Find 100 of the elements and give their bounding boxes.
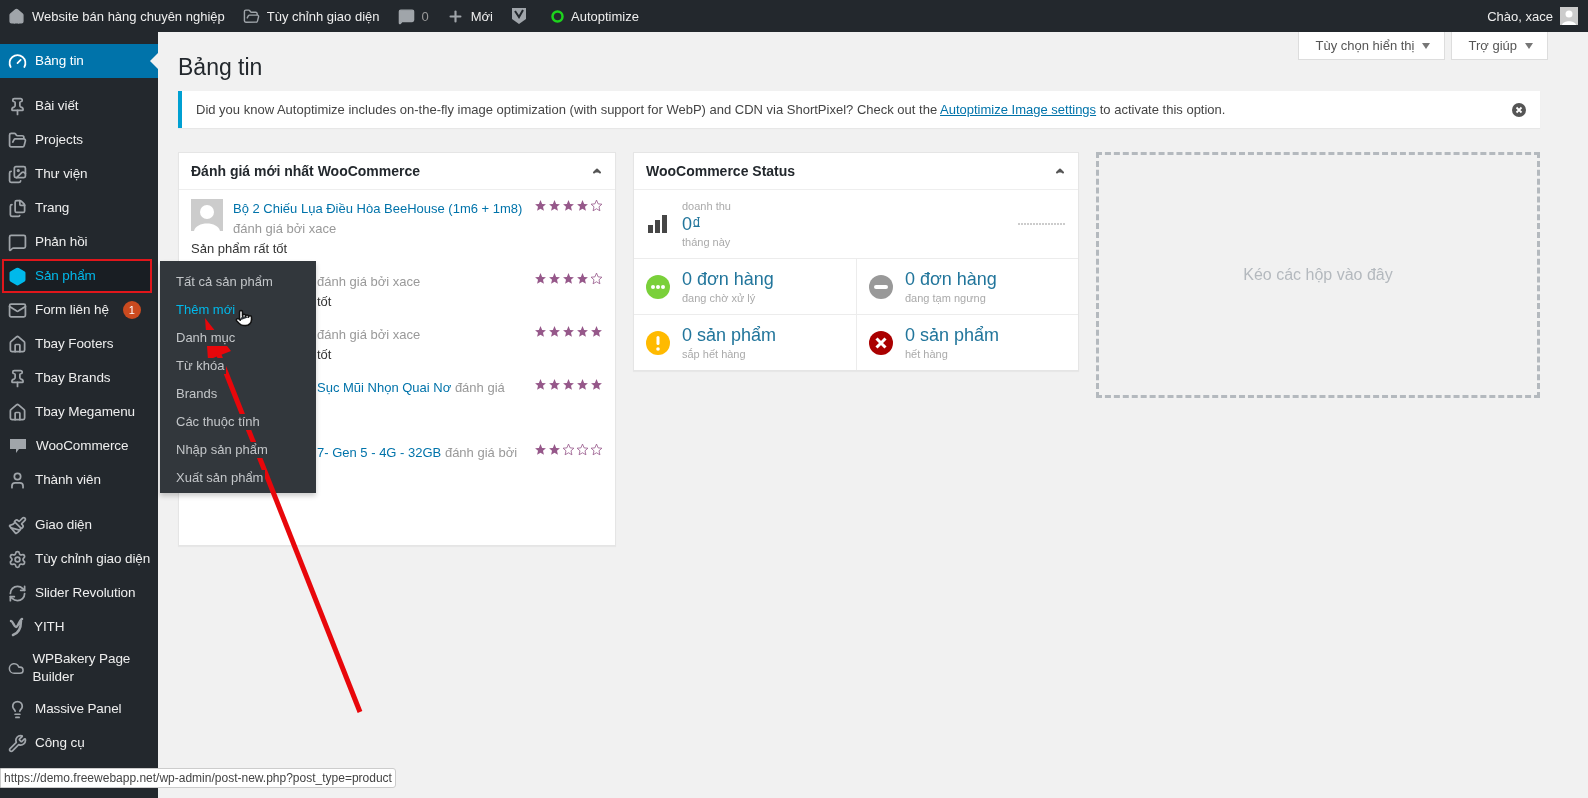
envelope-icon	[8, 300, 27, 320]
filled-star-icon	[548, 325, 561, 338]
sidebar-item-label: Thư viện	[35, 165, 88, 183]
caret-icon	[1525, 42, 1533, 49]
sidebar-item-label: Sản phẩm	[35, 267, 96, 285]
autoptimize-link[interactable]: Autoptimize	[551, 8, 639, 24]
status-count[interactable]: 0 đơn hàng	[682, 268, 774, 290]
minus-circle-icon	[869, 275, 893, 299]
sidebar-item-label: YITH	[34, 618, 65, 636]
submenu-item[interactable]: Danh mục	[174, 330, 238, 346]
comments-link[interactable]: 0	[397, 7, 429, 25]
sidebar-item-label: Thành viên	[35, 471, 101, 489]
empty-star-icon	[562, 443, 575, 456]
filled-star-icon	[534, 378, 547, 391]
screen-options-button[interactable]: Tùy chọn hiển thị	[1298, 32, 1446, 60]
sidebar-item[interactable]: Slider Revolution	[0, 576, 158, 610]
review-comment: Sản phẩm rất tốt	[191, 240, 289, 258]
sidebar-item[interactable]: Tbay Footers	[0, 327, 158, 361]
sidebar-item[interactable]: Bài viết	[0, 89, 158, 123]
account-link[interactable]: Chào, xace	[1487, 7, 1578, 25]
customize-link[interactable]: Tùy chỉnh giao diện	[242, 7, 380, 25]
new-link[interactable]: Mới	[446, 7, 493, 25]
sidebar-item-label: Projects	[35, 131, 83, 149]
speech-bubble-icon	[397, 7, 415, 25]
house-icon	[8, 7, 25, 25]
speech-bubble-icon	[8, 232, 27, 252]
sidebar-item-label: Giao diện	[35, 516, 92, 534]
folder-icon	[242, 7, 260, 25]
empty-star-icon	[590, 272, 603, 285]
filled-star-icon	[534, 272, 547, 285]
status-label: hết hàng	[905, 347, 949, 362]
sparkline	[1018, 222, 1066, 226]
count-badge: 1	[122, 301, 141, 319]
review-heading: Bộ 2 Chiếu Lụa Điều Hòa BeeHouse (1m6 + 1m8) đánh giá bởi xace	[233, 200, 524, 238]
sidebar-item[interactable]: Giao diện	[0, 508, 158, 542]
ring-status-icon	[551, 9, 564, 23]
sidebar-item[interactable]: WooCommerce	[0, 429, 158, 463]
submenu-item[interactable]: Tất cả sản phẩm	[174, 274, 275, 290]
plus-icon	[446, 7, 464, 25]
sidebar-item[interactable]: Form liên hệ 1	[0, 293, 158, 327]
images-icon	[8, 164, 27, 184]
settings-link[interactable]: Autoptimize Image settings	[940, 102, 1097, 117]
sidebar-item[interactable]: Projects	[0, 123, 158, 157]
pin-icon	[8, 368, 27, 388]
submenu-item[interactable]: Nhập sản phẩm	[174, 442, 270, 458]
sidebar-item[interactable]: Phản hồi	[0, 225, 158, 259]
sidebar-item[interactable]: Công cụ	[0, 726, 158, 760]
hand-cursor-icon	[235, 309, 254, 327]
pages-icon	[8, 198, 27, 218]
status-url-tooltip: https://demo.freewebapp.net/wp-admin/post-new.php?post_type=product	[0, 768, 396, 788]
sidebar-item[interactable]: WPBakery Page Builder	[0, 644, 158, 692]
folder-icon	[8, 130, 27, 150]
sidebar-item[interactable]: Tùy chỉnh giao diện	[0, 542, 158, 576]
filled-star-icon	[562, 378, 575, 391]
submenu-item[interactable]: Xuất sản phẩm	[174, 470, 266, 486]
warning-circle-icon	[646, 331, 670, 355]
submenu-item[interactable]: Từ khóa	[174, 358, 227, 374]
filled-star-icon	[534, 443, 547, 456]
house-icon	[8, 402, 27, 422]
sidebar-item-label: Massive Panel	[35, 700, 122, 718]
sidebar-item[interactable]: Sản phẩm	[2, 259, 152, 293]
sidebar-item[interactable]: Trang	[0, 191, 158, 225]
sidebar-item-label: Tbay Brands	[35, 369, 111, 387]
review-heading: 7- Gen 5 - 4G - 32GB đánh giá bởi	[317, 444, 519, 462]
sidebar-item[interactable]: Massive Panel	[0, 692, 158, 726]
filled-star-icon	[576, 272, 589, 285]
sidebar-item[interactable]: Tbay Megamenu	[0, 395, 158, 429]
sidebar-item-label: Phản hồi	[35, 233, 88, 251]
page-title: Bảng tin	[178, 54, 263, 81]
product-link[interactable]: Sục Mũi Nhọn Quai Nơ	[317, 380, 452, 395]
wrench-icon	[8, 733, 27, 753]
status-count[interactable]: 0 sản phẩm	[682, 324, 777, 346]
settings-icon	[8, 549, 27, 569]
filled-star-icon	[534, 199, 547, 212]
house-icon	[8, 334, 27, 354]
sidebar-item-label: Slider Revolution	[35, 584, 136, 602]
filled-star-icon	[590, 325, 603, 338]
sidebar-item[interactable]: Tbay Brands	[0, 361, 158, 395]
product-link[interactable]: Bộ 2 Chiếu Lụa Điều Hòa BeeHouse (1m6 + 1m8)	[233, 201, 523, 216]
sidebar-item-label: Form liên hệ	[35, 301, 109, 319]
product-link[interactable]: 7- Gen 5 - 4G - 32GB	[317, 445, 442, 460]
help-button[interactable]: Trợ giúp	[1451, 32, 1548, 60]
sidebar-item-label: Bài viết	[35, 97, 79, 115]
status-count[interactable]: 0 đơn hàng	[905, 268, 997, 290]
sidebar-item-label: Tbay Megamenu	[35, 403, 135, 421]
sidebar-item[interactable]: Thư viện	[0, 157, 158, 191]
sidebar-item[interactable]: Bảng tin	[0, 44, 158, 78]
status-count[interactable]: 0 sản phẩm	[905, 324, 1000, 346]
close-icon[interactable]	[1512, 102, 1526, 117]
shield-logo-icon[interactable]	[511, 7, 527, 25]
empty-star-icon	[590, 199, 603, 212]
filled-star-icon	[562, 199, 575, 212]
sidebar-item[interactable]: YITH	[0, 610, 158, 644]
submenu-item[interactable]: Các thuộc tính	[174, 414, 262, 430]
filled-star-icon	[548, 378, 561, 391]
widget-title: Đánh giá mới nhất WooCommerce	[191, 163, 421, 179]
site-name-link[interactable]: Website bán hàng chuyên nghiệp	[8, 7, 225, 25]
review-comment: tốt	[317, 293, 333, 311]
filled-star-icon	[576, 378, 589, 391]
sidebar-item[interactable]: Thành viên	[0, 463, 158, 497]
